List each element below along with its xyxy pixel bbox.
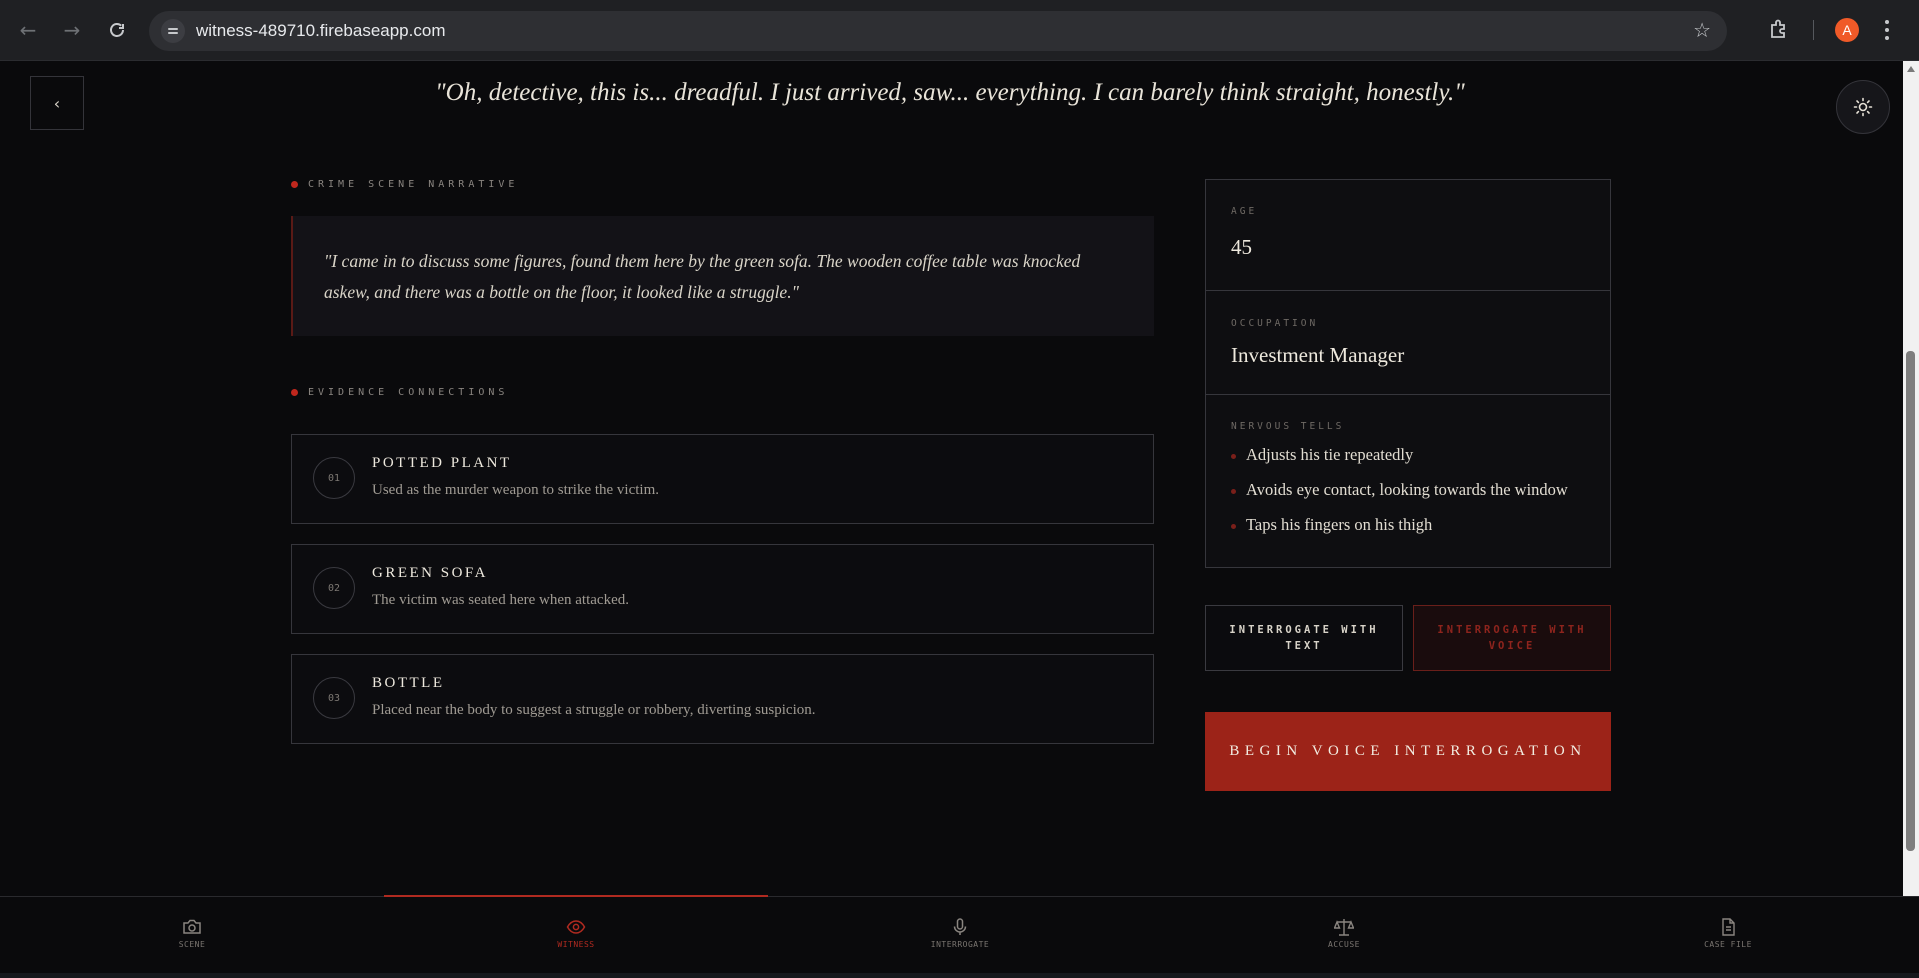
- nav-accuse[interactable]: ACCUSE: [1152, 897, 1536, 974]
- profile-occupation-row: OCCUPATION Investment Manager: [1206, 291, 1610, 395]
- evidence-card[interactable]: 02 GREEN SOFA The victim was seated here…: [291, 544, 1154, 634]
- profile-avatar[interactable]: A: [1835, 18, 1859, 42]
- extensions-icon[interactable]: [1768, 18, 1790, 40]
- taskbar-strip: [0, 973, 1919, 978]
- theme-toggle-button[interactable]: [1836, 80, 1890, 134]
- witness-profile-card: AGE 45 OCCUPATION Investment Manager NER…: [1205, 179, 1611, 568]
- camera-icon: [183, 919, 201, 934]
- address-bar[interactable]: witness-489710.firebaseapp.com ☆: [149, 11, 1727, 51]
- evidence-title: GREEN SOFA: [372, 565, 488, 581]
- evidence-section-label: EVIDENCE CONNECTIONS: [291, 387, 508, 398]
- occupation-label: OCCUPATION: [1231, 318, 1319, 329]
- occupation-value: Investment Manager: [1231, 343, 1405, 367]
- sun-icon: [1853, 97, 1873, 117]
- evidence-title: BOTTLE: [372, 675, 445, 691]
- nav-label: WITNESS: [557, 940, 595, 949]
- nav-interrogate[interactable]: INTERROGATE: [768, 897, 1152, 974]
- nervous-tells-label: NERVOUS TELLS: [1231, 421, 1345, 432]
- age-label: AGE: [1231, 206, 1258, 217]
- nervous-tells-list: Adjusts his tie repeatedly Avoids eye co…: [1231, 445, 1568, 550]
- narrative-label-text: CRIME SCENE NARRATIVE: [308, 179, 519, 190]
- chevron-left-icon: ‹: [53, 93, 61, 113]
- nav-scene[interactable]: SCENE: [0, 897, 384, 974]
- witness-page: ‹ "Oh, detective, this is... dreadful. I…: [0, 61, 1903, 896]
- scroll-up-arrow-icon[interactable]: [1907, 66, 1915, 72]
- url-text[interactable]: witness-489710.firebaseapp.com: [196, 21, 445, 41]
- active-tab-indicator: [384, 895, 768, 897]
- interrogate-text-button[interactable]: INTERROGATE WITH TEXT: [1205, 605, 1403, 671]
- nav-label: INTERROGATE: [930, 940, 990, 949]
- witness-quote: "Oh, detective, this is... dreadful. I j…: [435, 79, 1465, 106]
- reload-icon[interactable]: [101, 14, 133, 46]
- age-value: 45: [1231, 235, 1252, 259]
- menu-dots-icon[interactable]: [1883, 17, 1891, 43]
- microphone-icon: [953, 918, 967, 935]
- page-scrollbar[interactable]: [1903, 61, 1919, 896]
- back-button[interactable]: ‹: [30, 76, 84, 130]
- profile-tells-row: NERVOUS TELLS Adjusts his tie repeatedly…: [1206, 395, 1610, 567]
- evidence-number: 01: [313, 457, 355, 499]
- evidence-description: Used as the murder weapon to strike the …: [372, 482, 660, 498]
- evidence-title: POTTED PLANT: [372, 455, 512, 471]
- evidence-number: 03: [313, 677, 355, 719]
- evidence-label-text: EVIDENCE CONNECTIONS: [308, 387, 509, 398]
- document-icon: [1722, 918, 1735, 936]
- toolbar-divider: [1813, 20, 1814, 40]
- nav-label: ACCUSE: [1328, 940, 1360, 949]
- profile-age-row: AGE 45: [1206, 180, 1610, 291]
- section-dot: [291, 181, 298, 188]
- site-info-icon[interactable]: [161, 19, 185, 43]
- crime-scene-narrative: "I came in to discuss some figures, foun…: [291, 216, 1154, 336]
- scales-icon: [1334, 919, 1354, 936]
- scroll-thumb[interactable]: [1906, 351, 1915, 851]
- section-dot: [291, 389, 298, 396]
- eye-icon: [566, 920, 586, 934]
- evidence-description: The victim was seated here when attacked…: [372, 592, 629, 608]
- back-arrow-icon[interactable]: ←: [12, 14, 44, 46]
- evidence-card[interactable]: 03 BOTTLE Placed near the body to sugges…: [291, 654, 1154, 744]
- evidence-card[interactable]: 01 POTTED PLANT Used as the murder weapo…: [291, 434, 1154, 524]
- narrative-section-label: CRIME SCENE NARRATIVE: [291, 179, 518, 190]
- evidence-number: 02: [313, 567, 355, 609]
- begin-voice-interrogation-button[interactable]: BEGIN VOICE INTERROGATION: [1205, 712, 1611, 791]
- nav-witness[interactable]: WITNESS: [384, 895, 768, 974]
- bottom-navigation: SCENE WITNESS INTERROGATE ACCUSE CASE FI…: [0, 895, 1919, 974]
- browser-toolbar: ← → witness-489710.firebaseapp.com ☆ A: [0, 0, 1919, 61]
- forward-arrow-icon[interactable]: →: [56, 14, 88, 46]
- nav-label: SCENE: [178, 940, 206, 949]
- nervous-tell-item: Adjusts his tie repeatedly: [1231, 445, 1568, 480]
- nervous-tell-item: Avoids eye contact, looking towards the …: [1231, 480, 1568, 515]
- nervous-tell-item: Taps his fingers on his thigh: [1231, 515, 1568, 550]
- interrogate-voice-button[interactable]: INTERROGATE WITH VOICE: [1413, 605, 1611, 671]
- bookmark-star-icon[interactable]: ☆: [1693, 18, 1711, 42]
- nav-case-file[interactable]: CASE FILE: [1536, 897, 1919, 974]
- nav-label: CASE FILE: [1704, 940, 1752, 949]
- evidence-description: Placed near the body to suggest a strugg…: [372, 702, 816, 718]
